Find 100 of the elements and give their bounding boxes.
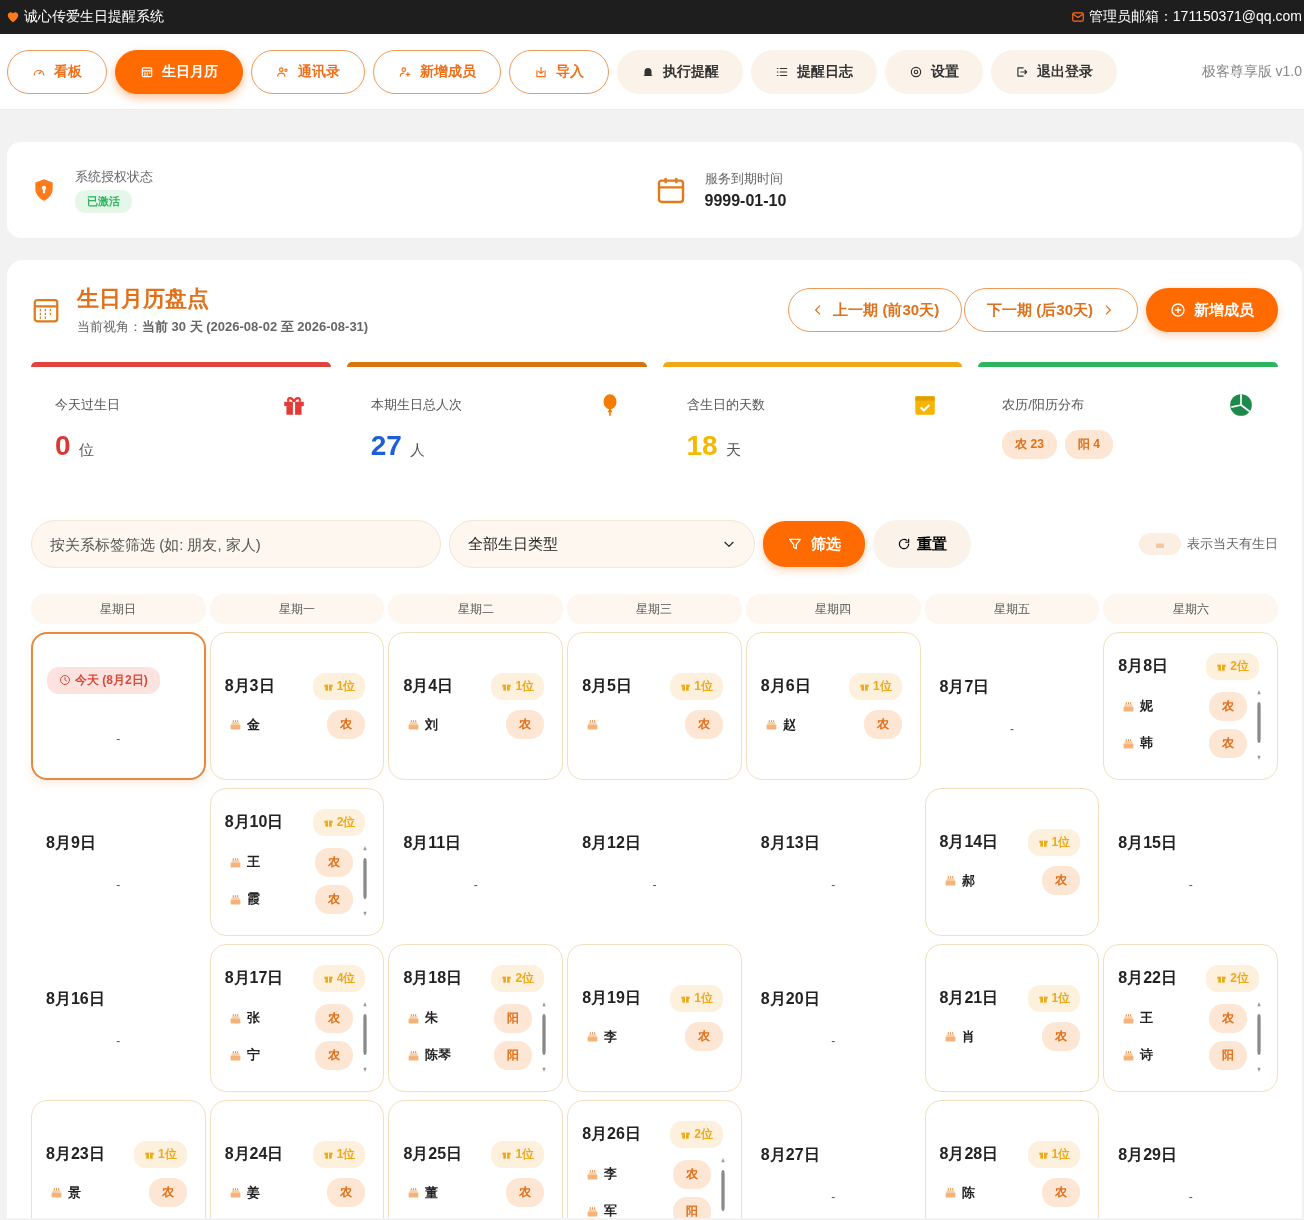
day-date: 8月16日 [46, 988, 105, 1009]
calendar-type-tag: 农 [315, 1040, 354, 1070]
type-dropdown[interactable]: 全部生日类型 [449, 520, 755, 568]
empty-mark: - [116, 877, 121, 892]
expiry-label: 服务到期时间 [704, 170, 783, 188]
count-text: 1位 [872, 678, 892, 695]
calendar-type-tag: 农 [315, 884, 354, 914]
day-date: 8月20日 [760, 988, 820, 1009]
person-name: 霞 [246, 890, 260, 908]
nav-tab[interactable]: 新增成员 [373, 49, 501, 94]
person-name: 陈琴 [425, 1046, 452, 1064]
tag-filter-field[interactable]: 按关系标签筛选 (如: 朋友, 家人) [31, 520, 441, 568]
license-label: 系统授权状态 [75, 167, 153, 186]
day-date: 8月21日 [939, 988, 999, 1008]
day-date: 8月11日 [403, 832, 462, 853]
calendar-type-tag: 农 [148, 1178, 187, 1207]
edition-label: 极客尊享版 v1.0 [1201, 62, 1302, 81]
calendar-type-tag: 阳 [494, 1003, 533, 1033]
day-date: 8月17日 [224, 967, 284, 988]
count-badge: 农 23 [1002, 430, 1057, 459]
count-text: 2位 [1230, 657, 1249, 675]
weekday-header: 星期六 [1103, 594, 1278, 624]
empty-mark: - [1009, 721, 1014, 736]
nav-tab[interactable]: 退出登录 [991, 49, 1117, 94]
download-icon [534, 64, 548, 79]
day-date: 8月8日 [1118, 655, 1169, 676]
count-text: 4位 [336, 969, 356, 987]
day-date: 8月15日 [1118, 832, 1177, 853]
count-text: 2位 [1230, 969, 1249, 987]
empty-mark: - [831, 877, 836, 892]
count-badge: 阳 4 [1064, 430, 1113, 459]
day-date: 8月6日 [760, 676, 811, 696]
calendar-type-tag: 农 [315, 1003, 354, 1033]
empty-mark: - [1188, 1189, 1193, 1204]
person-name: 赵 [782, 715, 796, 734]
person-name: 陈 [961, 1183, 975, 1202]
calendar-type-tag: 阳 [672, 1196, 711, 1218]
today-text: 今天 (8月2日) [75, 671, 148, 689]
count-text: 2位 [515, 969, 535, 987]
empty-mark: - [116, 731, 121, 746]
logout-icon [1015, 64, 1029, 79]
count-text: 1位 [1051, 834, 1071, 851]
person-name: 董 [425, 1183, 439, 1202]
day-date: 8月7日 [939, 676, 990, 697]
view-label: 当前视角： [77, 318, 142, 336]
app-title: 诚心传爱生日提醒系统 [24, 8, 164, 26]
count-text: 1位 [515, 678, 535, 695]
settings-icon [909, 64, 923, 79]
calendar-type-tag: 农 [327, 710, 366, 739]
day-date: 8月23日 [46, 1144, 105, 1164]
person-name: 韩 [1140, 734, 1154, 752]
stat-label: 本期生日总人次 [370, 396, 462, 414]
weekday-header: 星期三 [567, 594, 742, 624]
nav-tab[interactable]: 导入 [509, 49, 609, 94]
empty-mark: - [1188, 877, 1193, 892]
calendar-type-tag: 阳 [494, 1040, 533, 1070]
count-text: 1位 [336, 678, 356, 695]
next-button[interactable]: 下一期 (后30天) [964, 288, 1138, 332]
calendar-type-tag: 阳 [1209, 1040, 1247, 1070]
reset-button[interactable]: 重置 [873, 520, 971, 568]
add-person-icon [398, 64, 412, 79]
view-range: 当前 30 天 (2026-08-02 至 2026-08-31) [142, 318, 369, 336]
nav-tab[interactable]: 提醒日志 [751, 49, 877, 94]
calendar-type-tag: 农 [684, 710, 723, 739]
day-date: 8月13日 [760, 832, 820, 853]
day-date: 8月27日 [760, 1144, 820, 1165]
nav-tab[interactable]: 执行提醒 [617, 49, 743, 94]
weekday-header: 星期四 [745, 594, 921, 624]
stat-unit: 人 [409, 441, 425, 460]
panel-title: 生日月历盘点 [77, 285, 210, 313]
empty-mark: - [652, 877, 657, 892]
empty-mark: - [831, 1033, 836, 1048]
filter-button[interactable]: 筛选 [763, 521, 865, 567]
day-date: 8月18日 [403, 967, 463, 988]
person-name: 宁 [246, 1046, 260, 1064]
calendar-type-tag: 农 [1042, 866, 1081, 895]
nav-tab[interactable]: 设置 [885, 49, 983, 94]
calendar-icon [140, 64, 154, 79]
count-text: 1位 [694, 990, 713, 1007]
nav-tab[interactable]: 看板 [7, 49, 107, 94]
nav-tab[interactable]: 通讯录 [251, 49, 365, 94]
person-name: 景 [68, 1183, 81, 1202]
person-name: 妮 [1140, 697, 1154, 715]
person-name: 肖 [961, 1027, 975, 1046]
person-name: 刘 [425, 715, 439, 734]
person-name: 军 [604, 1202, 618, 1218]
count-text: 1位 [515, 1146, 535, 1163]
nav-tab[interactable]: 生日月历 [115, 49, 243, 94]
add-member-button[interactable]: 新增成员 [1146, 288, 1278, 332]
person-name: 张 [246, 1009, 260, 1027]
weekday-header: 星期五 [924, 594, 1100, 624]
person-name: 王 [246, 853, 260, 871]
heart-icon [6, 10, 20, 24]
scrollbar [1255, 1001, 1263, 1072]
expiry-date: 9999-01-10 [704, 192, 787, 210]
refresh-icon [897, 537, 911, 551]
person-name: 李 [604, 1165, 618, 1183]
previous-button[interactable]: 上一期 (前30天) [788, 288, 963, 332]
filter-icon [787, 536, 803, 552]
calendar-type-tag: 农 [1042, 1022, 1081, 1051]
